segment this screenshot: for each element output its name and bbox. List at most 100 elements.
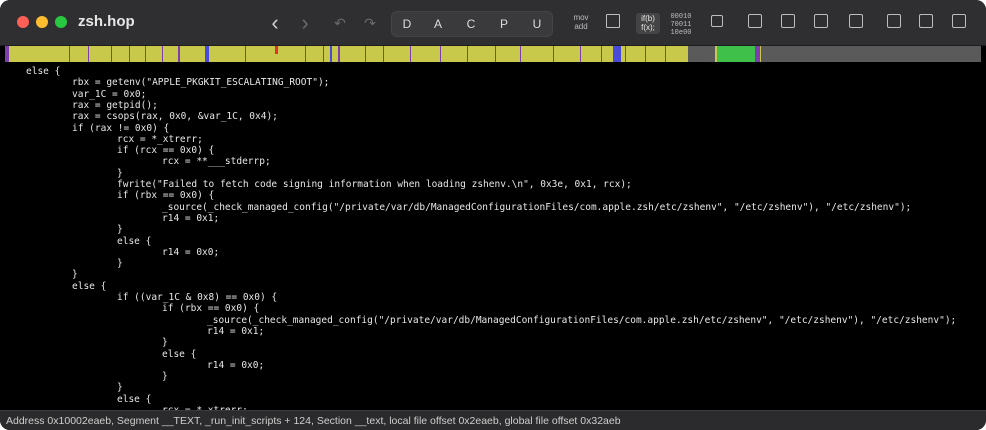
nav-segment-data	[5, 46, 9, 62]
right-sidebar-icon[interactable]	[952, 14, 966, 28]
redo-button[interactable]: ↷	[362, 12, 378, 34]
window-title: zsh.hop	[78, 13, 135, 30]
nav-segment-data	[245, 46, 246, 62]
nav-segment-data	[305, 46, 306, 62]
app-window: zsh.hop ‹ › ↶ ↷ D A C P U mov add if(b) …	[0, 0, 986, 430]
code-line[interactable]: else {	[72, 281, 106, 292]
code-line[interactable]: _source(_check_managed_config("/private/…	[207, 315, 956, 326]
nav-segment-data	[162, 46, 163, 62]
code-line[interactable]: r14 = 0x0;	[207, 360, 264, 371]
nav-segment-data	[178, 46, 180, 62]
mode-procedure-button[interactable]: P	[489, 12, 519, 36]
nav-segment-data	[645, 46, 646, 62]
code-line[interactable]: if ((var_1C & 0x8) == 0x0) {	[117, 292, 277, 303]
code-line[interactable]: _source(_check_managed_config("/private/…	[162, 202, 911, 213]
pseudocode-view-label-1: if(b)	[641, 14, 655, 23]
mode-segmented-control: D A C P U	[391, 11, 553, 37]
nav-segment-data	[338, 46, 340, 62]
hex-view-button[interactable]: 00010 70011 10e00	[670, 13, 692, 37]
code-line[interactable]: var_1C = 0x0;	[72, 89, 146, 100]
nav-segment-string	[613, 46, 621, 62]
code-line[interactable]: fwrite("Failed to fetch code signing inf…	[117, 179, 632, 190]
nav-segment-data	[440, 46, 441, 62]
nav-segment-data	[625, 46, 626, 62]
close-window-button[interactable]	[17, 16, 29, 28]
mode-ascii-button[interactable]: A	[423, 12, 453, 36]
split-vertical-icon[interactable]	[748, 14, 762, 28]
code-line[interactable]: rax = csops(rax, 0x0, &var_1C, 0x4);	[72, 111, 278, 122]
pseudocode-view-button[interactable]: if(b) f(x);	[636, 13, 660, 34]
nav-segment-data	[410, 46, 411, 62]
nav-segment-unexplored	[688, 46, 715, 62]
nav-segment-data	[145, 46, 146, 62]
code-line[interactable]: }	[72, 269, 78, 280]
nav-segment-data	[129, 46, 130, 62]
split-horizontal-icon[interactable]	[781, 14, 795, 28]
minimize-window-button[interactable]	[36, 16, 48, 28]
code-line[interactable]: rbx = getenv("APPLE_PKGKIT_ESCALATING_RO…	[72, 77, 329, 88]
code-line[interactable]: r14 = 0x0;	[162, 247, 219, 258]
code-line[interactable]: }	[117, 168, 123, 179]
mode-undefined-button[interactable]: U	[522, 12, 552, 36]
forward-button[interactable]: ›	[296, 10, 314, 35]
assembly-view-label-2: add	[574, 22, 588, 31]
code-line[interactable]: rax = getpid();	[72, 100, 158, 111]
pseudocode-view-label-2: f(x);	[641, 23, 655, 32]
status-bar: Address 0x10002eaeb, Segment __TEXT, _ru…	[0, 410, 986, 430]
nav-segment-green	[717, 46, 755, 62]
title-bar: zsh.hop ‹ › ↶ ↷ D A C P U mov add if(b) …	[0, 0, 986, 46]
left-sidebar-icon[interactable]	[887, 14, 901, 28]
hex-view-label-2: 70011	[670, 21, 692, 29]
nav-segment-data	[365, 46, 366, 62]
code-line[interactable]: if (rbx == 0x0) {	[117, 190, 214, 201]
mode-data-button[interactable]: D	[392, 12, 422, 36]
code-line[interactable]: }	[117, 224, 123, 235]
assembly-view-label-1: mov	[573, 13, 589, 22]
code-line[interactable]: else {	[117, 236, 151, 247]
nav-segment-data	[88, 46, 89, 62]
nav-segment-data	[69, 46, 70, 62]
nav-segment-data	[553, 46, 554, 62]
list-view-icon[interactable]	[849, 14, 863, 28]
code-line[interactable]: if (rax != 0x0) {	[72, 123, 169, 134]
code-line[interactable]: }	[117, 258, 123, 269]
hex-view-label-1: 00010	[670, 13, 692, 21]
back-button[interactable]: ‹	[266, 10, 284, 35]
nav-segment-data	[601, 46, 602, 62]
code-line[interactable]: if (rcx == 0x0) {	[117, 145, 214, 156]
nav-segment-data	[520, 46, 521, 62]
code-line[interactable]: else {	[162, 349, 196, 360]
nav-segment-data	[323, 46, 324, 62]
code-line[interactable]: }	[162, 337, 168, 348]
single-pane-icon[interactable]	[814, 14, 828, 28]
code-line[interactable]: else {	[26, 66, 60, 77]
undo-button[interactable]: ↶	[332, 12, 348, 34]
hex-view-label-3: 10e00	[670, 29, 692, 37]
nav-segment-string	[330, 46, 332, 62]
cpu-icon[interactable]	[711, 15, 723, 27]
code-line[interactable]: r14 = 0x1;	[207, 326, 264, 337]
code-line[interactable]: else {	[117, 394, 151, 405]
navigation-bar[interactable]	[5, 46, 981, 62]
pseudocode-view[interactable]: else { rbx = getenv("APPLE_PKGKIT_ESCALAT…	[0, 62, 986, 410]
nav-segment-unexplored	[761, 46, 981, 62]
code-line[interactable]: }	[117, 382, 123, 393]
code-line[interactable]: }	[162, 371, 168, 382]
nav-segment-data	[111, 46, 112, 62]
cfg-view-icon[interactable]	[606, 14, 620, 28]
bottom-panel-icon[interactable]	[919, 14, 933, 28]
code-line[interactable]: if (rbx == 0x0) {	[162, 303, 259, 314]
nav-segment-data	[580, 46, 581, 62]
nav-segment-data	[665, 46, 666, 62]
nav-segment-string	[205, 46, 209, 62]
code-line[interactable]: rcx = **___stderrp;	[162, 156, 271, 167]
zoom-window-button[interactable]	[55, 16, 67, 28]
assembly-view-button[interactable]: mov add	[570, 13, 592, 31]
nav-segment-marker	[275, 46, 278, 54]
nav-segment-data	[383, 46, 384, 62]
code-line[interactable]: rcx = *_xtrerr;	[117, 134, 203, 145]
code-line[interactable]: r14 = 0x1;	[162, 213, 219, 224]
nav-segment-data	[755, 46, 760, 62]
mode-code-button[interactable]: C	[456, 12, 486, 36]
nav-segment-data	[495, 46, 496, 62]
